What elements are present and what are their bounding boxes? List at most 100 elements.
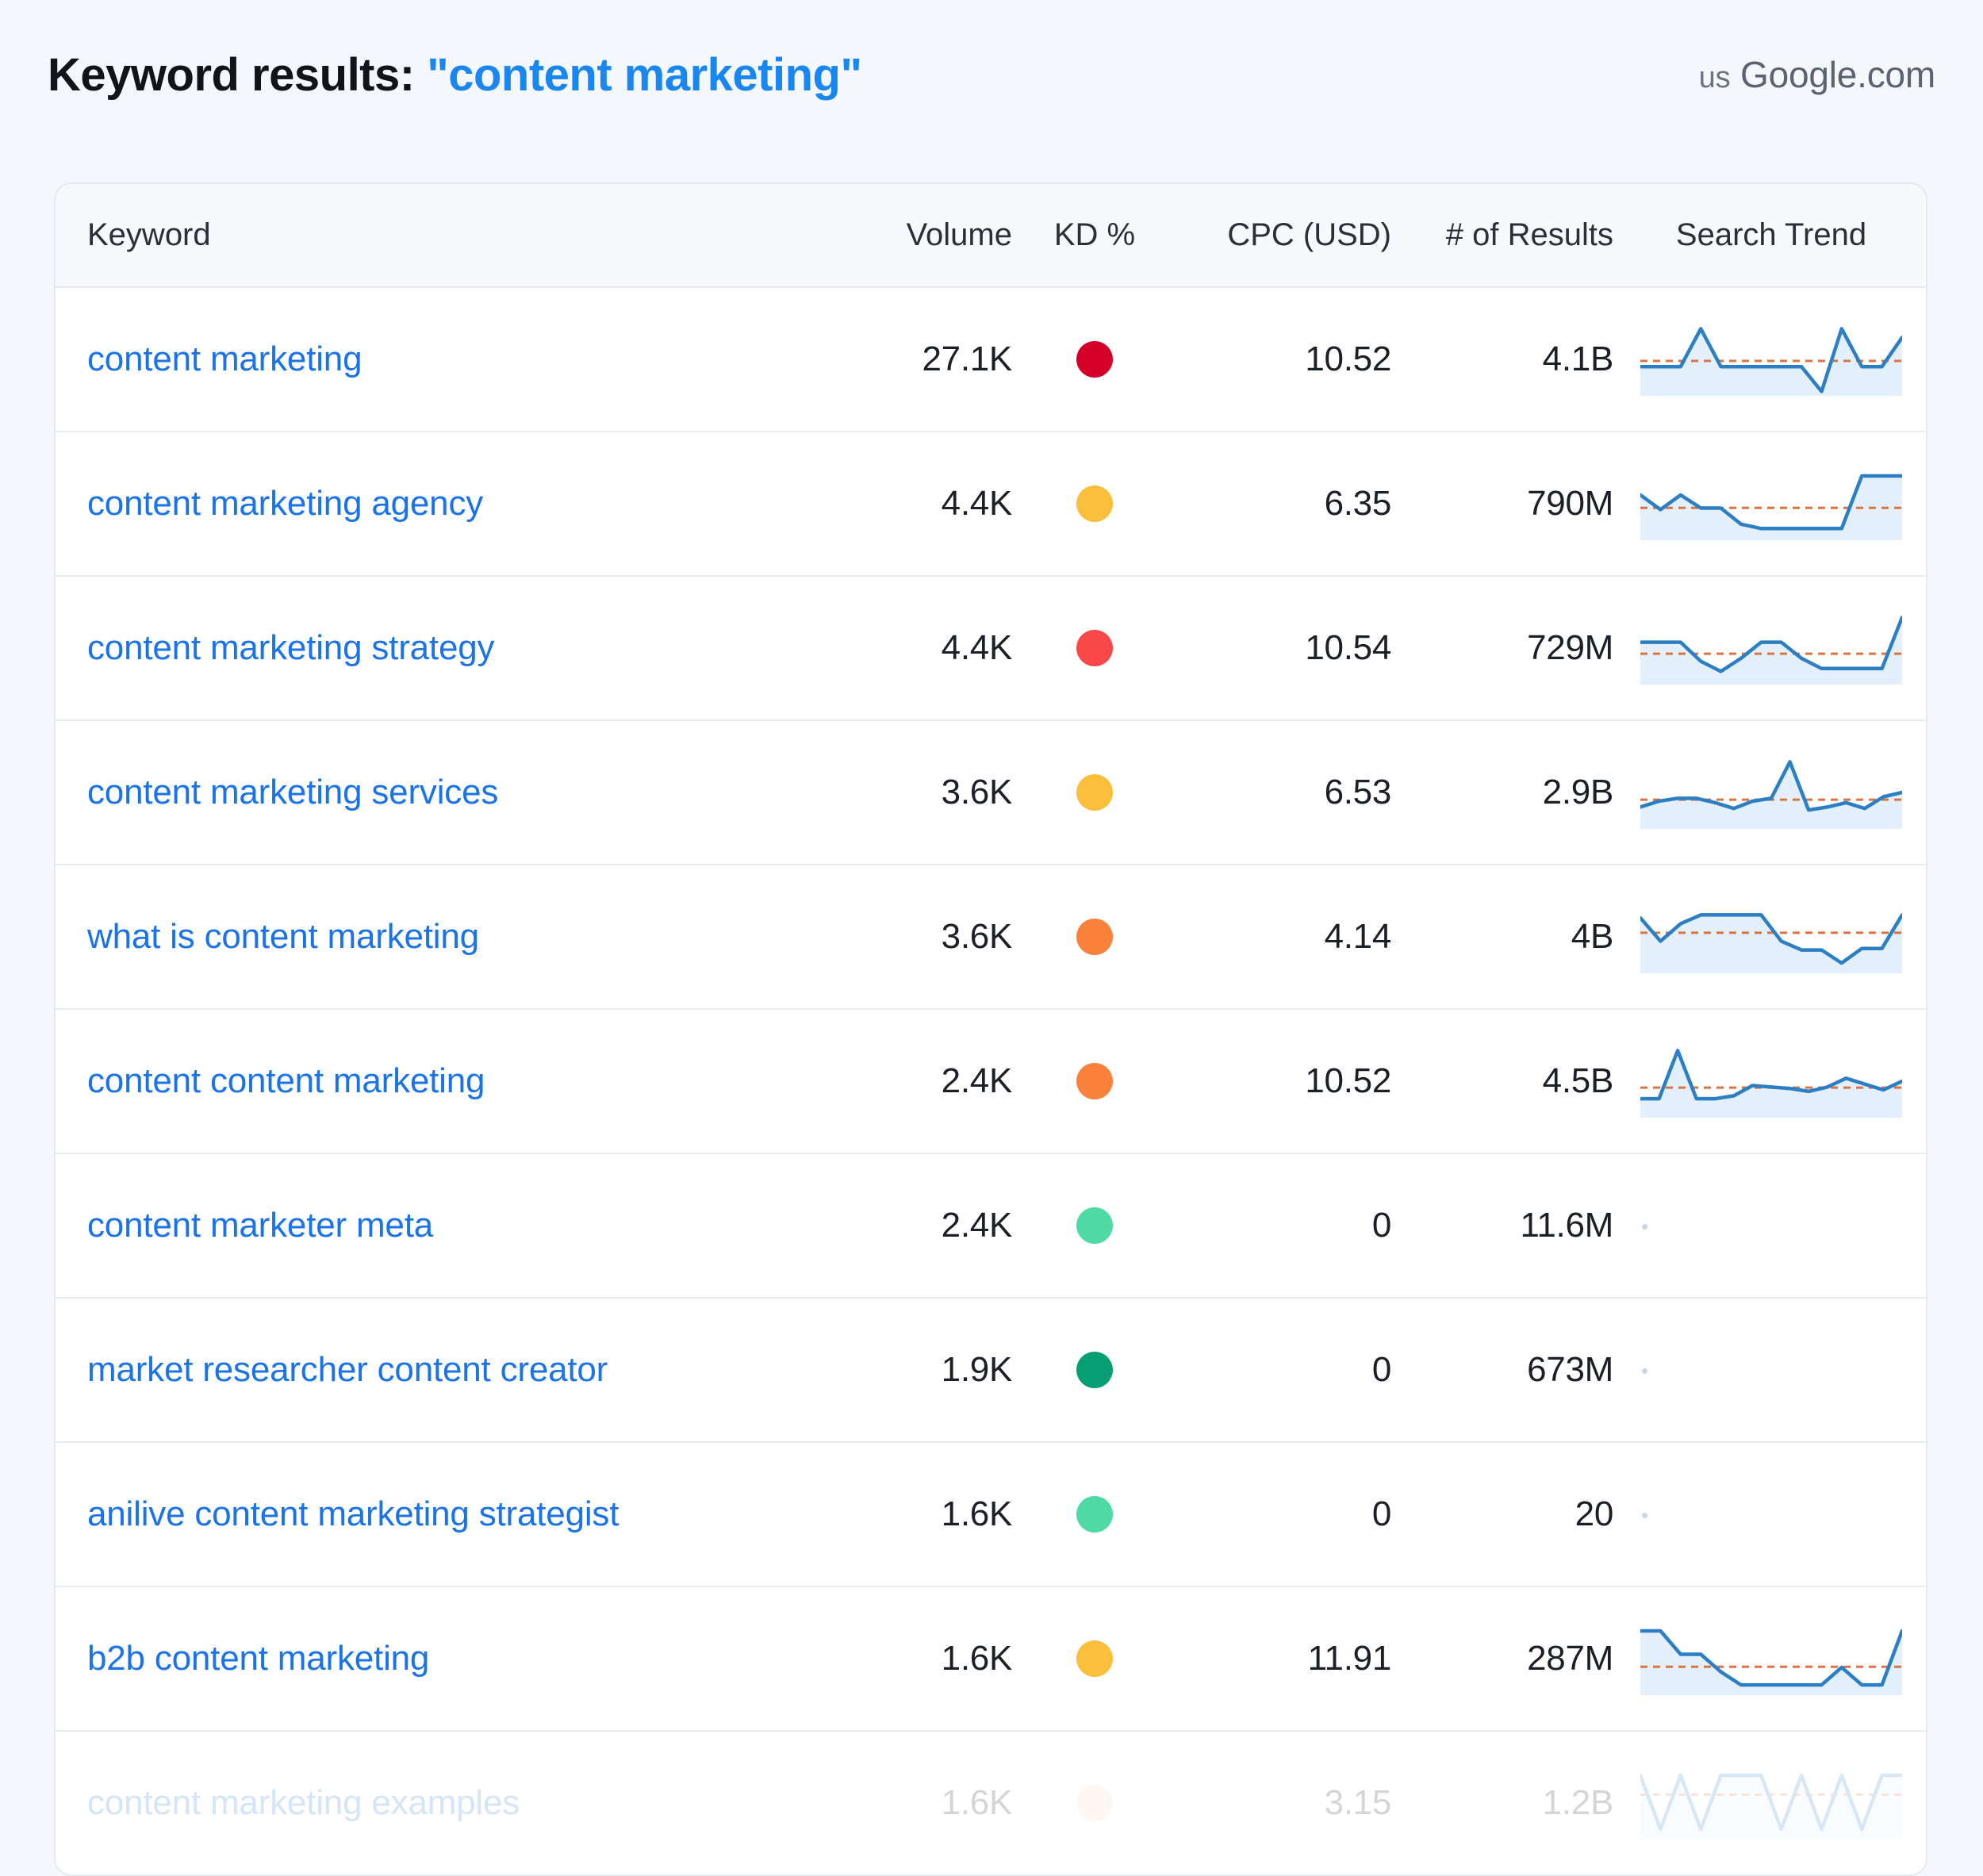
volume-cell: 2.4K xyxy=(941,1206,1013,1245)
results-cell: 20 xyxy=(1575,1494,1614,1533)
table-row[interactable]: content marketing strategy 4.4K 10.54 72… xyxy=(56,576,1926,720)
results-cell: 729M xyxy=(1527,628,1613,667)
keyword-link[interactable]: what is content marketing xyxy=(87,917,479,957)
volume-cell: 2.4K xyxy=(941,1061,1013,1100)
kd-cell xyxy=(1023,1731,1166,1874)
table-row[interactable]: content marketer meta 2.4K 0 11.6M xyxy=(56,1153,1926,1298)
keyword-link[interactable]: content marketing services xyxy=(87,773,498,812)
cpc-cell: 3.15 xyxy=(1324,1783,1392,1822)
search-trend-cell xyxy=(1634,720,1926,865)
column-header-keyword[interactable]: Keyword xyxy=(56,184,801,288)
keyword-cell: content marketing xyxy=(56,287,801,432)
keyword-cell: what is content marketing xyxy=(56,865,801,1009)
keyword-link[interactable]: content marketing xyxy=(87,340,362,379)
results-cell: 673M xyxy=(1527,1350,1613,1389)
cpc-cell: 0 xyxy=(1371,1494,1391,1533)
results-cell: 11.6M xyxy=(1520,1206,1613,1245)
kd-cell xyxy=(1023,1586,1166,1731)
results-cell: 4.5B xyxy=(1542,1061,1614,1100)
volume-cell: 1.6K xyxy=(941,1494,1013,1533)
column-header-results[interactable]: # of Results xyxy=(1404,184,1634,288)
table-header: Keyword Volume KD % CPC (USD) # of Resul… xyxy=(56,184,1926,288)
search-trend-sparkline xyxy=(1640,616,1902,685)
kd-indicator-dot xyxy=(1076,1063,1113,1099)
kd-indicator-dot xyxy=(1076,1785,1113,1821)
table-row[interactable]: market researcher content creator 1.9K 0… xyxy=(56,1298,1926,1442)
country-code: us xyxy=(1698,61,1731,94)
table-row[interactable]: content marketing agency 4.4K 6.35 790M xyxy=(56,432,1926,576)
search-trend-sparkline xyxy=(1640,327,1902,396)
volume-cell: 3.6K xyxy=(941,917,1013,956)
keyword-results-card: Keyword Volume KD % CPC (USD) # of Resul… xyxy=(54,182,1927,1876)
cpc-cell: 0 xyxy=(1371,1206,1391,1245)
search-engine-label: us Google.com xyxy=(1698,53,1936,96)
kd-cell xyxy=(1023,1009,1166,1153)
cpc-cell: 10.52 xyxy=(1305,340,1391,378)
volume-cell: 1.6K xyxy=(941,1783,1013,1822)
results-cell: 4.1B xyxy=(1542,340,1614,378)
cpc-cell: 10.52 xyxy=(1305,1061,1391,1100)
table-row[interactable]: content marketing 27.1K 10.52 4.1B xyxy=(56,287,1926,432)
table-header-row: Keyword Volume KD % CPC (USD) # of Resul… xyxy=(56,184,1926,288)
cpc-cell: 0 xyxy=(1371,1350,1391,1389)
kd-cell xyxy=(1023,1153,1166,1298)
keyword-link[interactable]: market researcher content creator xyxy=(87,1350,608,1390)
search-trend-cell xyxy=(1634,576,1926,720)
results-cell: 2.9B xyxy=(1542,773,1614,811)
table-row[interactable]: b2b content marketing 1.6K 11.91 287M xyxy=(56,1586,1926,1731)
keyword-link[interactable]: content content marketing xyxy=(87,1061,485,1101)
volume-cell: 4.4K xyxy=(941,484,1013,523)
keyword-link[interactable]: b2b content marketing xyxy=(87,1639,429,1678)
cpc-cell: 6.53 xyxy=(1324,773,1392,811)
table-row[interactable]: anilive content marketing strategist 1.6… xyxy=(56,1442,1926,1586)
keyword-cell: content marketing strategy xyxy=(56,576,801,720)
kd-cell xyxy=(1023,287,1166,432)
keyword-link[interactable]: anilive content marketing strategist xyxy=(87,1494,619,1534)
page-title: Keyword results: "content marketing" xyxy=(48,48,862,102)
kd-indicator-dot xyxy=(1076,630,1113,666)
volume-cell: 27.1K xyxy=(922,340,1013,378)
table-row[interactable]: what is content marketing 3.6K 4.14 4B xyxy=(56,865,1926,1009)
kd-cell xyxy=(1023,1298,1166,1442)
keyword-link[interactable]: content marketing agency xyxy=(87,484,483,524)
search-trend-empty xyxy=(1640,1178,1902,1273)
volume-cell: 1.9K xyxy=(941,1350,1013,1389)
page-root: Keyword results: "content marketing" us … xyxy=(0,0,1983,1876)
results-cell: 4B xyxy=(1571,917,1614,956)
table-row[interactable]: content marketing services 3.6K 6.53 2.9… xyxy=(56,720,1926,865)
kd-indicator-dot xyxy=(1076,1207,1113,1244)
table-row[interactable]: content marketing examples 1.6K 3.15 1.2… xyxy=(56,1731,1926,1874)
kd-cell xyxy=(1023,576,1166,720)
results-cell: 790M xyxy=(1527,484,1613,523)
column-header-cpc[interactable]: CPC (USD) xyxy=(1166,184,1404,288)
search-trend-cell xyxy=(1634,1153,1926,1298)
search-trend-sparkline xyxy=(1640,1773,1902,1840)
search-trend-cell xyxy=(1634,1731,1926,1874)
kd-cell xyxy=(1023,720,1166,865)
keyword-link[interactable]: content marketing examples xyxy=(87,1783,520,1823)
column-header-kd[interactable]: KD % xyxy=(1023,184,1166,288)
search-trend-sparkline xyxy=(1640,760,1902,829)
keyword-cell: content marketer meta xyxy=(56,1153,801,1298)
keyword-link[interactable]: content marketing strategy xyxy=(87,628,494,668)
search-trend-sparkline xyxy=(1640,913,1902,973)
volume-cell: 3.6K xyxy=(941,773,1013,811)
keyword-link[interactable]: content marketer meta xyxy=(87,1206,433,1245)
column-header-volume[interactable]: Volume xyxy=(801,184,1023,288)
page-header: Keyword results: "content marketing" us … xyxy=(48,38,1935,111)
search-trend-cell xyxy=(1634,1298,1926,1442)
keyword-cell: content marketing services xyxy=(56,720,801,865)
cpc-cell: 4.14 xyxy=(1324,917,1392,956)
kd-cell xyxy=(1023,432,1166,576)
volume-cell: 1.6K xyxy=(941,1639,1013,1678)
table-row[interactable]: content content marketing 2.4K 10.52 4.5… xyxy=(56,1009,1926,1153)
search-trend-sparkline xyxy=(1640,1629,1902,1695)
search-trend-sparkline xyxy=(1640,474,1902,540)
cpc-cell: 6.35 xyxy=(1324,484,1392,523)
quote-open: " xyxy=(427,48,449,101)
page-title-query: content marketing xyxy=(448,48,841,101)
search-engine-name: Google.com xyxy=(1739,54,1935,95)
kd-indicator-dot xyxy=(1076,1640,1113,1677)
kd-indicator-dot xyxy=(1076,1496,1113,1533)
keyword-cell: content content marketing xyxy=(56,1009,801,1153)
